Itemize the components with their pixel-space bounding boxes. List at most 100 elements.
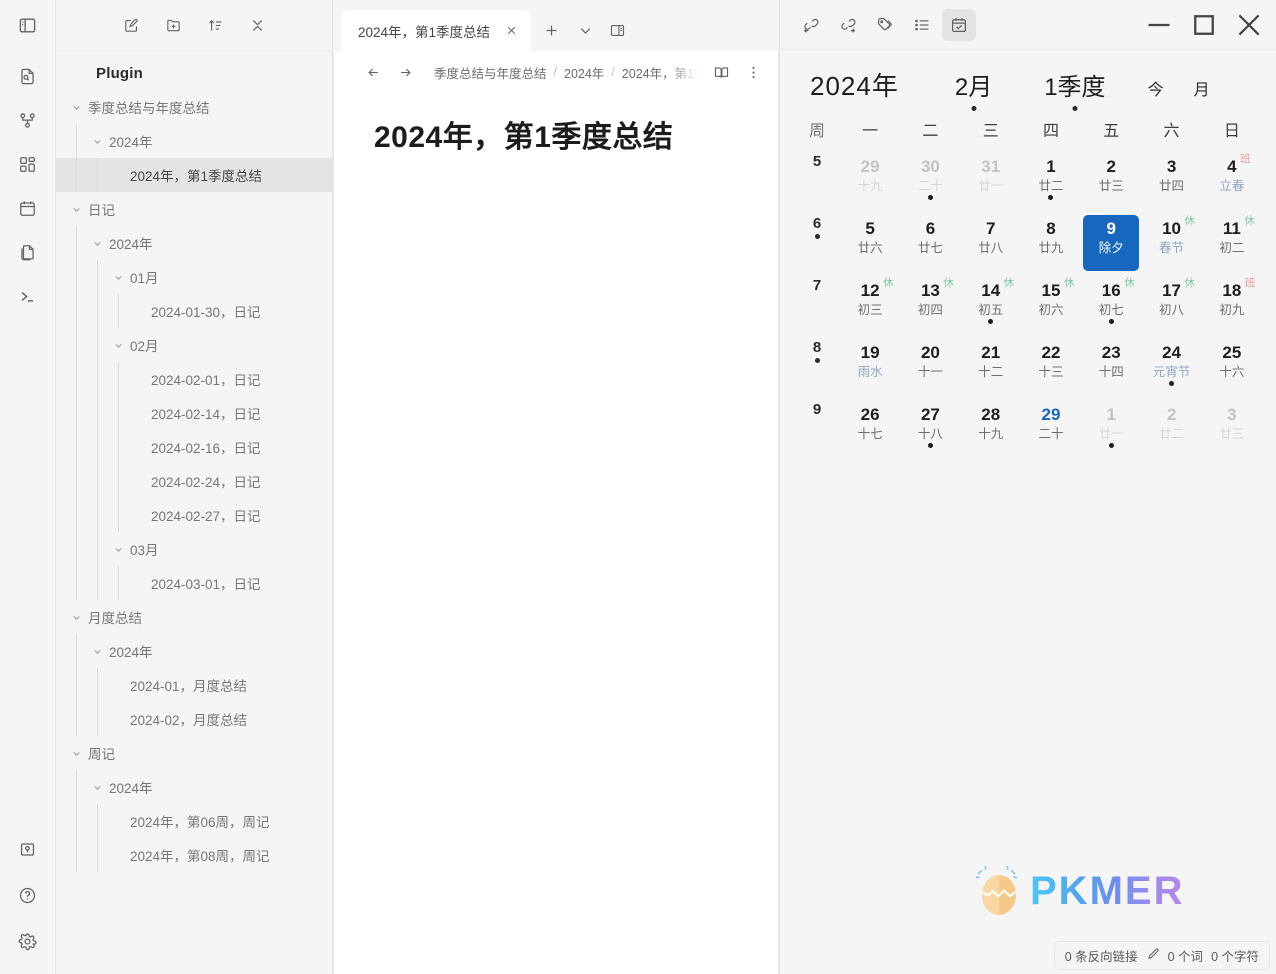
calendar-day-cell[interactable]: 3廿四: [1141, 153, 1201, 215]
calendar-day[interactable]: 4班立春: [1204, 153, 1260, 209]
calendar-month[interactable]: 2月: [955, 67, 992, 102]
calendar-day[interactable]: 8廿九: [1023, 215, 1079, 271]
tree-item[interactable]: 2024-03-01，日记: [56, 566, 332, 600]
calendar-day[interactable]: 28十九: [963, 401, 1019, 457]
week-number-cell[interactable]: 9: [794, 401, 840, 463]
tree-item[interactable]: 2024-01，月度总结: [56, 668, 332, 702]
calendar-today-button[interactable]: 今: [1148, 76, 1164, 100]
calendar-day-cell[interactable]: 8廿九: [1021, 215, 1081, 277]
tree-item[interactable]: 01月: [56, 260, 332, 294]
chevron-down-icon[interactable]: [89, 133, 105, 149]
new-notebook-button[interactable]: [154, 8, 192, 42]
terminal-icon[interactable]: [9, 279, 47, 313]
chevron-down-icon[interactable]: [68, 201, 84, 217]
week-number-cell[interactable]: 8: [794, 339, 840, 401]
calendar-day[interactable]: 1廿一: [1083, 401, 1139, 457]
calendar-day-cell[interactable]: 4班立春: [1202, 153, 1262, 215]
calendar-day-cell[interactable]: 26十七: [840, 401, 900, 463]
calendar-day[interactable]: 2廿三: [1083, 153, 1139, 209]
new-tab-button[interactable]: [536, 16, 566, 46]
forwardlink-icon[interactable]: [831, 9, 865, 41]
chevron-down-icon[interactable]: [68, 609, 84, 625]
week-number-cell[interactable]: 6: [794, 215, 840, 277]
tree-item[interactable]: 日记: [56, 192, 332, 226]
calendar-day-selected[interactable]: 9除夕: [1083, 215, 1139, 271]
calendar-day-cell[interactable]: 29十九: [840, 153, 900, 215]
split-layout-button[interactable]: [602, 16, 632, 46]
calendar-day-cell[interactable]: 21十二: [961, 339, 1021, 401]
calendar-day[interactable]: 19雨水: [842, 339, 898, 395]
chevron-down-icon[interactable]: [68, 99, 84, 115]
calendar-day[interactable]: 29十九: [842, 153, 898, 209]
tree-item-selected[interactable]: 2024年，第1季度总结: [56, 158, 332, 192]
lock-icon[interactable]: [9, 832, 47, 866]
tab-list-button[interactable]: [570, 16, 600, 46]
calendar-day-cell[interactable]: 27十八: [900, 401, 960, 463]
tree-item[interactable]: 周记: [56, 736, 332, 770]
tree-item[interactable]: 2024-02-16，日记: [56, 430, 332, 464]
chevron-down-icon[interactable]: [89, 779, 105, 795]
tree-item[interactable]: 2024年，第08周，周记: [56, 838, 332, 872]
calendar-day-cell[interactable]: 30二十: [900, 153, 960, 215]
help-icon[interactable]: [9, 878, 47, 912]
chevron-down-icon[interactable]: [110, 269, 126, 285]
calendar-day-cell[interactable]: 17休初八: [1141, 277, 1201, 339]
chevron-down-icon[interactable]: [68, 745, 84, 761]
calendar-day[interactable]: 10休春节: [1144, 215, 1200, 271]
tree-item[interactable]: 2024-02-01，日记: [56, 362, 332, 396]
calendar-day-cell[interactable]: 31廿一: [961, 153, 1021, 215]
calendar-day-cell[interactable]: 29二十: [1021, 401, 1081, 463]
minimize-button[interactable]: [1138, 8, 1180, 42]
calendar-day-cell[interactable]: 1廿一: [1081, 401, 1141, 463]
new-doc-button[interactable]: [112, 8, 150, 42]
tree-item[interactable]: 2024年，第06周，周记: [56, 804, 332, 838]
sort-button[interactable]: [196, 8, 234, 42]
calendar-day[interactable]: 6廿七: [902, 215, 958, 271]
tree-item[interactable]: 2024年: [56, 124, 332, 158]
calendar-day[interactable]: 17休初八: [1144, 277, 1200, 333]
tree-item[interactable]: 2024-02，月度总结: [56, 702, 332, 736]
tree-item[interactable]: 季度总结与年度总结: [56, 90, 332, 124]
outline-icon[interactable]: [905, 9, 939, 41]
calendar-day-cell[interactable]: 3廿三: [1202, 401, 1262, 463]
calendar-day[interactable]: 31廿一: [963, 153, 1019, 209]
calendar-day-cell[interactable]: 1廿二: [1021, 153, 1081, 215]
calendar-icon[interactable]: [9, 191, 47, 225]
calendar-year[interactable]: 2024年: [810, 66, 899, 103]
calendar-day[interactable]: 15休初六: [1023, 277, 1079, 333]
calendar-day-cell[interactable]: 7廿八: [961, 215, 1021, 277]
calendar-day[interactable]: 16休初七: [1083, 277, 1139, 333]
calendar-day[interactable]: 20十一: [902, 339, 958, 395]
tree-item[interactable]: 月度总结: [56, 600, 332, 634]
calendar-day[interactable]: 1廿二: [1023, 153, 1079, 209]
calendar-dock-icon[interactable]: [942, 9, 976, 41]
document-body[interactable]: [334, 157, 778, 974]
calendar-day-cell[interactable]: 23十四: [1081, 339, 1141, 401]
calendar-day-cell[interactable]: 10休春节: [1141, 215, 1201, 277]
calendar-day-cell[interactable]: 20十一: [900, 339, 960, 401]
calendar-day-cell[interactable]: 9除夕: [1081, 215, 1141, 277]
calendar-day[interactable]: 22十三: [1023, 339, 1079, 395]
week-number-cell[interactable]: 5: [794, 153, 840, 215]
graph-icon[interactable]: [9, 103, 47, 137]
calendar-day-cell[interactable]: 2廿三: [1081, 153, 1141, 215]
tags-icon[interactable]: [868, 9, 902, 41]
calendar-day[interactable]: 3廿三: [1204, 401, 1260, 457]
back-button[interactable]: [358, 57, 388, 87]
calendar-day[interactable]: 7廿八: [963, 215, 1019, 271]
tree-item[interactable]: 2024年: [56, 634, 332, 668]
tree-item[interactable]: 2024-02-24，日记: [56, 464, 332, 498]
calendar-day-cell[interactable]: 15休初六: [1021, 277, 1081, 339]
calendar-day-cell[interactable]: 2廿二: [1141, 401, 1201, 463]
calendar-mode-button[interactable]: 月: [1194, 76, 1210, 100]
tree-item[interactable]: 02月: [56, 328, 332, 362]
calendar-day[interactable]: 5廿六: [842, 215, 898, 271]
calendar-day-cell[interactable]: 19雨水: [840, 339, 900, 401]
calendar-day-cell[interactable]: 11休初二: [1202, 215, 1262, 277]
calendar-day[interactable]: 29二十: [1023, 401, 1079, 457]
calendar-day-cell[interactable]: 13休初四: [900, 277, 960, 339]
backlink-icon[interactable]: [794, 9, 828, 41]
chevron-down-icon[interactable]: [89, 235, 105, 251]
reading-mode-button[interactable]: [706, 57, 736, 87]
breadcrumb-segment[interactable]: 2024年，第1季度总结: [622, 63, 698, 82]
